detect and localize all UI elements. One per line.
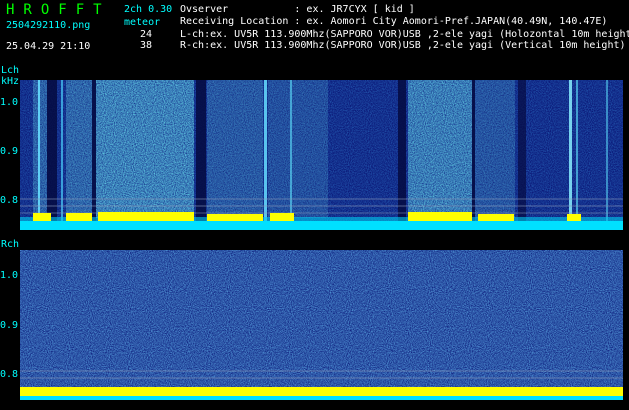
lch-spectrogram	[20, 80, 623, 230]
rch-spectrogram	[20, 250, 623, 400]
spectrogram-canvas	[20, 80, 623, 400]
